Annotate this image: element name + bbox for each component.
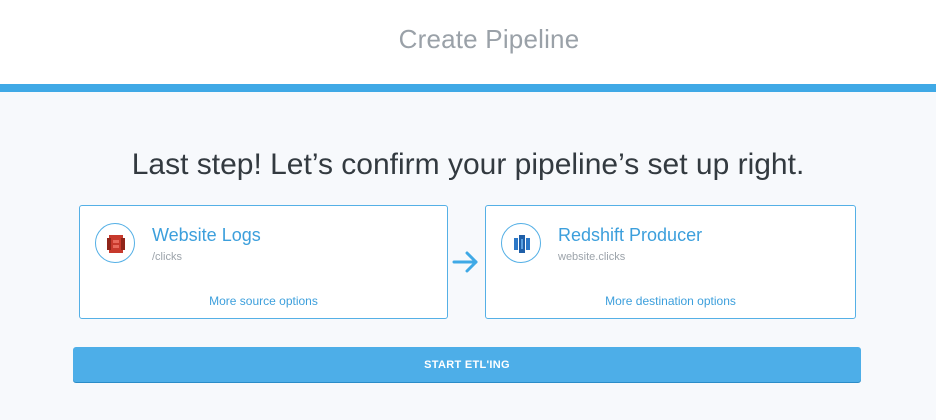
source-card[interactable]: Website Logs /clicks More source options <box>79 205 448 319</box>
destination-card[interactable]: Redshift Producer website.clicks More de… <box>485 205 856 319</box>
accent-bar <box>0 84 936 92</box>
more-destination-options-link[interactable]: More destination options <box>486 294 855 308</box>
more-source-options-link[interactable]: More source options <box>80 294 447 308</box>
source-title: Website Logs <box>152 225 261 245</box>
page-title: Create Pipeline <box>398 24 580 54</box>
start-etl-button[interactable]: START ETL'ING <box>73 347 861 382</box>
s3-bucket-icon <box>95 223 135 263</box>
destination-title: Redshift Producer <box>558 225 703 245</box>
redshift-icon <box>501 223 541 263</box>
destination-subtitle: website.clicks <box>558 251 626 263</box>
page-header: Create Pipeline <box>0 0 936 84</box>
step-headline: Last step! Let’s confirm your pipeline’s… <box>131 148 805 181</box>
arrow-right-icon <box>452 251 478 273</box>
source-subtitle: /clicks <box>152 251 182 263</box>
